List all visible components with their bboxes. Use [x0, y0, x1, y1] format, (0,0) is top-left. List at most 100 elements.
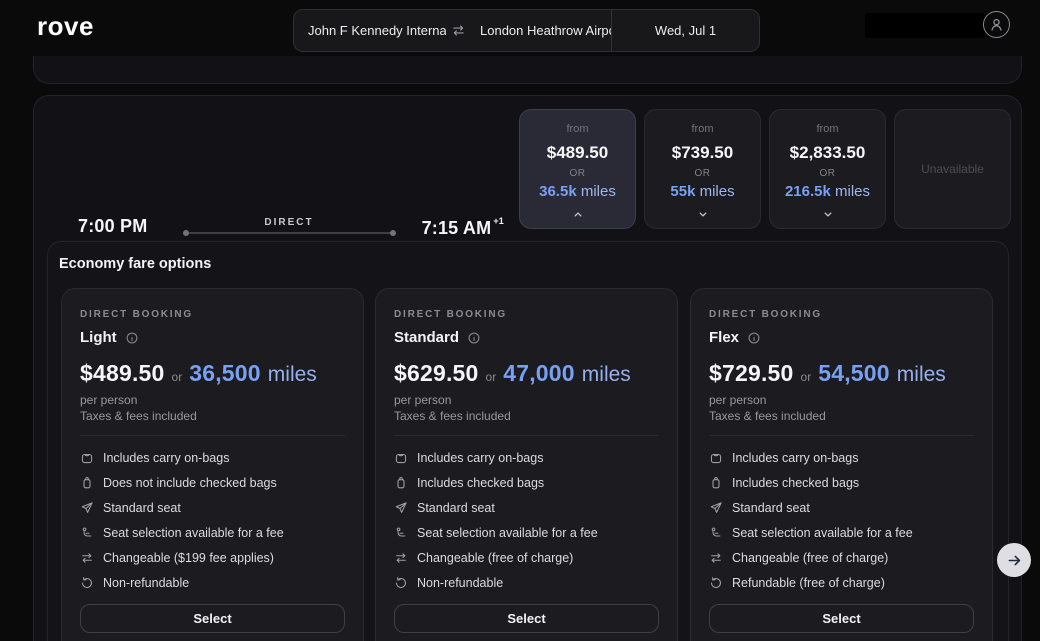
per-person-label: per person [394, 393, 659, 407]
fare-name: Flex [709, 329, 739, 346]
fare-feature-text: Includes checked bags [732, 476, 859, 490]
plus-one-day-badge: +1 [493, 216, 504, 226]
option-miles: 55k miles [670, 183, 734, 200]
airplane-icon [80, 501, 94, 515]
fare-price-row: $629.50 or 47,000 miles [394, 360, 659, 387]
option-price: $489.50 [547, 143, 608, 163]
seat-icon [709, 526, 723, 540]
fare-feature-row: Seat selection available for a fee [709, 520, 974, 545]
account-avatar-button[interactable] [983, 11, 1010, 38]
departure-time: 7:00 PM [78, 216, 147, 237]
option-price: $2,833.50 [790, 143, 866, 163]
fare-feature-text: Changeable (free of charge) [732, 551, 888, 565]
select-button[interactable]: Select [80, 604, 345, 633]
select-button[interactable]: Select [394, 604, 659, 633]
seat-icon [80, 526, 94, 540]
airplane-icon [709, 501, 723, 515]
fare-feature-row: Changeable (free of charge) [394, 545, 659, 570]
airplane-icon [394, 501, 408, 515]
taxes-label: Taxes & fees included [80, 409, 345, 423]
rove-logo[interactable]: rove [37, 11, 94, 42]
fare-features: Includes carry on-bags Does not include … [80, 445, 345, 595]
divider [80, 435, 345, 436]
option-price: $739.50 [672, 143, 733, 163]
fare-feature-row: Standard seat [80, 495, 345, 520]
fare-feature-row: Includes checked bags [394, 470, 659, 495]
fare-miles: 36,500 [189, 360, 261, 387]
fare-feature-row: Includes carry on-bags [709, 445, 974, 470]
price-options: from $489.50 OR 36.5k miles from $739.50… [519, 109, 1011, 229]
fare-feature-text: Changeable (free of charge) [417, 551, 573, 565]
fare-features: Includes carry on-bags Includes checked … [709, 445, 974, 595]
divider [394, 435, 659, 436]
previous-flight-card-partial [33, 56, 1022, 84]
fare-feature-row: Standard seat [394, 495, 659, 520]
carry-on-bag-icon [80, 451, 94, 465]
info-icon[interactable] [747, 331, 761, 345]
fare-eyebrow: DIRECT BOOKING [80, 309, 345, 320]
fare-feature-row: Standard seat [709, 495, 974, 520]
fare-feature-row: Does not include checked bags [80, 470, 345, 495]
info-icon[interactable] [467, 331, 481, 345]
fare-feature-row: Non-refundable [80, 570, 345, 595]
fare-feature-text: Standard seat [103, 501, 181, 515]
fare-feature-text: Includes carry on-bags [103, 451, 229, 465]
price-option-premium[interactable]: from $739.50 OR 55k miles [644, 109, 761, 229]
taxes-label: Taxes & fees included [709, 409, 974, 423]
origin-field[interactable]: John F Kennedy Internation [294, 23, 446, 38]
fare-feature-text: Includes carry on-bags [732, 451, 858, 465]
fare-feature-text: Non-refundable [103, 576, 189, 590]
fare-miles: 47,000 [503, 360, 575, 387]
fare-miles: 54,500 [818, 360, 890, 387]
fare-card-light: DIRECT BOOKING Light $489.50 or 36,500 m… [61, 288, 364, 641]
next-fares-button[interactable] [997, 543, 1031, 577]
fare-price-row: $729.50 or 54,500 miles [709, 360, 974, 387]
swap-arrows-icon [394, 551, 408, 565]
fare-feature-text: Refundable (free of charge) [732, 576, 885, 590]
economy-fare-options-section: Economy fare options DIRECT BOOKING Ligh… [47, 241, 1009, 641]
divider [709, 435, 974, 436]
fare-eyebrow: DIRECT BOOKING [394, 309, 659, 320]
fare-feature-text: Does not include checked bags [103, 476, 277, 490]
swap-arrows-icon [80, 551, 94, 565]
option-miles: 216.5k miles [785, 183, 870, 200]
fare-feature-row: Non-refundable [394, 570, 659, 595]
fare-feature-text: Seat selection available for a fee [417, 526, 598, 540]
price-option-economy[interactable]: from $489.50 OR 36.5k miles [519, 109, 636, 229]
fare-card-standard: DIRECT BOOKING Standard $629.50 or 47,00… [375, 288, 678, 641]
fare-card-flex: DIRECT BOOKING Flex $729.50 or 54,500 mi… [690, 288, 993, 641]
select-button[interactable]: Select [709, 604, 974, 633]
fare-section-title: Economy fare options [59, 256, 211, 272]
fare-feature-row: Seat selection available for a fee [394, 520, 659, 545]
person-icon [988, 16, 1005, 33]
redacted-black-box[interactable] [865, 13, 985, 38]
search-bar[interactable]: John F Kennedy Internation London Heathr… [293, 9, 760, 52]
refund-arrow-icon [80, 576, 94, 590]
info-icon[interactable] [125, 331, 139, 345]
fare-price-row: $489.50 or 36,500 miles [80, 360, 345, 387]
fare-feature-text: Includes carry on-bags [417, 451, 543, 465]
destination-field[interactable]: London Heathrow Airport (L [470, 23, 611, 38]
refund-arrow-icon [394, 576, 408, 590]
fare-feature-text: Seat selection available for a fee [103, 526, 284, 540]
fare-feature-row: Seat selection available for a fee [80, 520, 345, 545]
stops-label: DIRECT [184, 217, 394, 228]
checked-bag-icon [394, 476, 408, 490]
arrival-time: 7:15 AM+1 [404, 216, 504, 239]
fare-feature-row: Includes carry on-bags [394, 445, 659, 470]
swap-arrows-icon [709, 551, 723, 565]
swap-airports-icon[interactable] [446, 23, 470, 38]
price-option-business[interactable]: from $2,833.50 OR 216.5k miles [769, 109, 886, 229]
carry-on-bag-icon [709, 451, 723, 465]
chevron-up-icon[interactable] [571, 208, 584, 221]
per-person-label: per person [80, 393, 345, 407]
chevron-down-icon[interactable] [696, 208, 709, 221]
fare-price: $729.50 [709, 360, 794, 387]
fare-features: Includes carry on-bags Includes checked … [394, 445, 659, 595]
fare-feature-row: Includes checked bags [709, 470, 974, 495]
fare-eyebrow: DIRECT BOOKING [709, 309, 974, 320]
fare-feature-text: Standard seat [417, 501, 495, 515]
date-field[interactable]: Wed, Jul 1 [611, 10, 759, 51]
fare-feature-row: Changeable ($199 fee applies) [80, 545, 345, 570]
chevron-down-icon[interactable] [821, 208, 834, 221]
